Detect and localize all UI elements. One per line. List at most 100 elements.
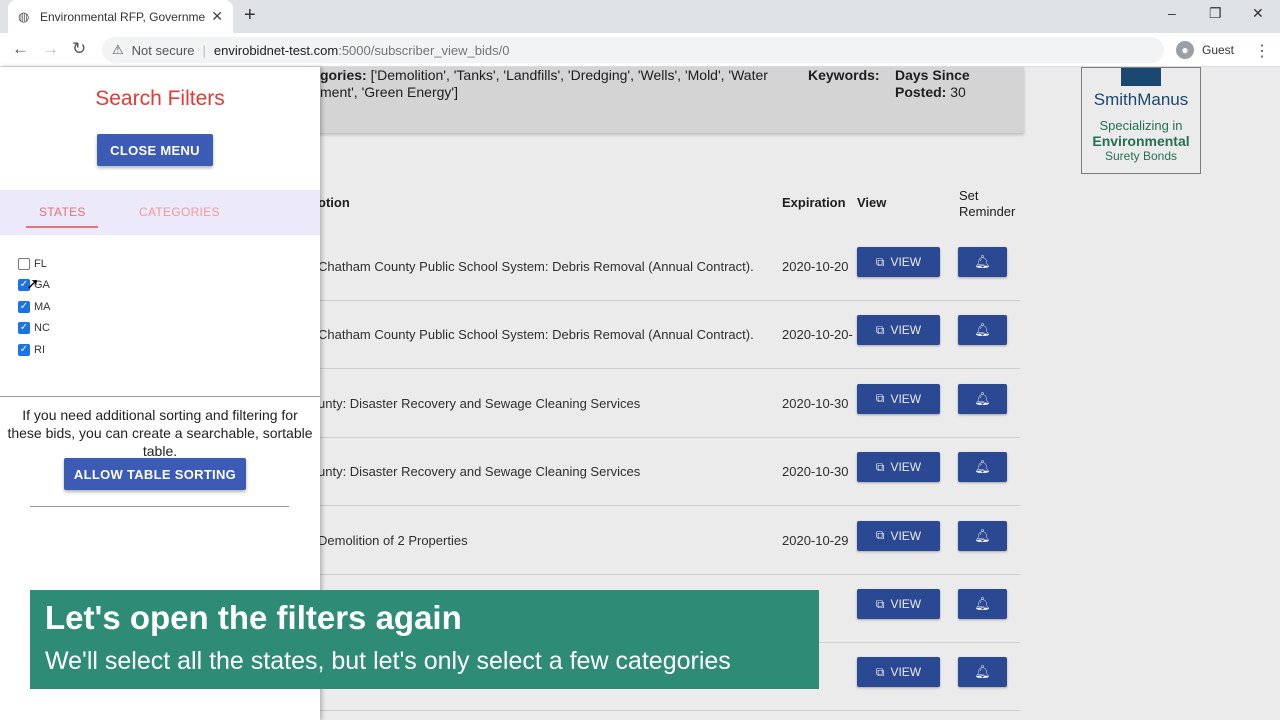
bid-description: Demolition of 2 Properties bbox=[318, 532, 468, 548]
state-option-ri[interactable]: ✓ RI bbox=[18, 339, 51, 361]
bell-icon: 🔔︎ bbox=[974, 390, 991, 406]
state-option-ma[interactable]: ✓ MA bbox=[18, 296, 51, 318]
bid-expiration: 2020-10-29 bbox=[782, 532, 849, 548]
bid-expiration: 2020-10-20- bbox=[782, 327, 853, 343]
view-button[interactable]: ⧉ VIEW bbox=[857, 383, 940, 414]
view-button[interactable]: ⧉ VIEW bbox=[857, 452, 940, 483]
state-option-fl[interactable]: FL bbox=[18, 253, 51, 275]
search-summary: gories: ['Demolition', 'Tanks', 'Landfil… bbox=[300, 67, 1024, 133]
set-reminder-button[interactable]: 🔔︎ bbox=[958, 383, 1007, 414]
view-button[interactable]: ⧉ VIEW bbox=[857, 657, 940, 688]
header-expiration: Expiration bbox=[782, 195, 846, 210]
table-row: unty: Disaster Recovery and Sewage Clean… bbox=[300, 369, 1020, 438]
sponsor-logo[interactable]: SmithManus Specializing in Environmental… bbox=[1081, 67, 1201, 174]
open-external-icon: ⧉ bbox=[875, 664, 885, 679]
view-label: VIEW bbox=[890, 528, 922, 543]
browser-toolbar: ← → ↻ ⚠ Not secure | envirobidnet-test.c… bbox=[0, 33, 1280, 67]
table-row: Chatham County Public School System: Deb… bbox=[300, 301, 1020, 370]
browser-tab-bar: ◍ Environmental RFP, Government ✕ + – ❐ … bbox=[0, 0, 1280, 33]
state-label: NC bbox=[34, 322, 50, 335]
browser-tab[interactable]: ◍ Environmental RFP, Government ✕ bbox=[8, 0, 233, 33]
tab-title: Environmental RFP, Government bbox=[40, 9, 206, 24]
bid-expiration: 2020-10-20 bbox=[782, 259, 849, 274]
bell-icon: 🔔︎ bbox=[974, 459, 991, 475]
open-external-icon: ⧉ bbox=[875, 596, 885, 611]
tab-categories[interactable]: CATEGORIES bbox=[139, 205, 220, 219]
tab-close-icon[interactable]: ✕ bbox=[211, 8, 223, 25]
view-button[interactable]: ⧉ VIEW bbox=[857, 520, 940, 551]
view-label: VIEW bbox=[890, 460, 922, 475]
bid-expiration: 2020-10-30 bbox=[782, 464, 849, 480]
bid-description: Chatham County Public School System: Deb… bbox=[318, 327, 754, 343]
checkbox[interactable]: ✓ bbox=[18, 300, 30, 313]
warning-icon: ⚠ bbox=[112, 42, 124, 57]
table-row: Chatham County Public School System: Deb… bbox=[300, 233, 1020, 301]
caption-subtitle: We'll select all the states, but let's o… bbox=[45, 647, 731, 675]
reload-icon[interactable]: ↻ bbox=[72, 39, 86, 59]
table-row: Demolition of 2 Properties 2020-10-29 ⧉ VIE… bbox=[300, 506, 1020, 575]
open-external-icon: ⧉ bbox=[875, 459, 885, 474]
keywords-label: Keywords: bbox=[808, 67, 880, 83]
sorting-note: If you need additional sorting and filte… bbox=[7, 407, 313, 459]
view-button[interactable]: ⧉ VIEW bbox=[857, 589, 940, 619]
categories-summary: gories: ['Demolition', 'Tanks', 'Landfil… bbox=[320, 67, 790, 101]
set-reminder-button[interactable]: 🔔︎ bbox=[958, 452, 1007, 483]
video-caption: Let's open the filters again We'll selec… bbox=[30, 590, 819, 689]
states-list: FL ✓ GA ✓ MA ✓ NC ✓ RI bbox=[18, 253, 51, 361]
forward-arrow-icon[interactable]: → bbox=[42, 39, 59, 59]
set-reminder-button[interactable]: 🔔︎ bbox=[958, 315, 1007, 346]
table-row: unty: Disaster Recovery and Sewage Clean… bbox=[300, 438, 1020, 507]
minimize-button[interactable]: – bbox=[1168, 5, 1176, 21]
close-window-button[interactable]: ✕ bbox=[1252, 5, 1264, 22]
checkbox[interactable] bbox=[18, 257, 30, 270]
divider bbox=[30, 506, 289, 507]
open-external-icon: ⧉ bbox=[875, 528, 885, 543]
state-label: RI bbox=[34, 343, 45, 356]
back-arrow-icon[interactable]: ← bbox=[12, 39, 29, 59]
bid-description: Chatham County Public School System: Deb… bbox=[318, 259, 754, 274]
state-label: FL bbox=[34, 257, 47, 270]
new-tab-button[interactable]: + bbox=[244, 4, 256, 27]
caption-title: Let's open the filters again bbox=[45, 599, 462, 636]
view-label: VIEW bbox=[890, 391, 922, 406]
checkbox[interactable]: ✓ bbox=[18, 322, 30, 335]
profile-button[interactable]: ● Guest bbox=[1176, 41, 1234, 59]
view-label: VIEW bbox=[890, 597, 922, 611]
header-description: otion bbox=[318, 195, 350, 210]
open-external-icon: ⧉ bbox=[875, 254, 885, 269]
bell-icon: 🔔︎ bbox=[974, 527, 991, 543]
bell-icon: 🔔︎ bbox=[974, 664, 991, 680]
state-option-nc[interactable]: ✓ NC bbox=[18, 318, 51, 340]
sidebar-title: Search Filters bbox=[95, 87, 225, 110]
view-button[interactable]: ⧉ VIEW bbox=[857, 247, 940, 277]
days-since-label: Days Since bbox=[895, 67, 970, 83]
bid-expiration: 2020-10-30 bbox=[782, 395, 849, 411]
bell-icon: 🔔︎ bbox=[974, 322, 991, 338]
bell-icon: 🔔︎ bbox=[974, 254, 991, 269]
bid-description: unty: Disaster Recovery and Sewage Clean… bbox=[318, 395, 641, 411]
header-view: View bbox=[857, 195, 887, 210]
not-secure-label: Not secure bbox=[131, 42, 195, 58]
open-external-icon: ⧉ bbox=[875, 391, 885, 406]
set-reminder-button[interactable]: 🔔︎ bbox=[958, 589, 1007, 619]
categories-value: ['Demolition', 'Tanks', 'Landfills', 'Dr… bbox=[370, 67, 768, 83]
set-reminder-button[interactable]: 🔔︎ bbox=[958, 520, 1007, 551]
logo-mark-icon bbox=[1121, 68, 1161, 86]
tab-states[interactable]: STATES bbox=[39, 205, 86, 219]
open-external-icon: ⧉ bbox=[875, 322, 885, 337]
set-reminder-button[interactable]: 🔔︎ bbox=[958, 247, 1007, 277]
view-label: VIEW bbox=[890, 665, 922, 680]
url-separator: | bbox=[202, 42, 206, 58]
globe-icon: ◍ bbox=[18, 8, 30, 24]
checkbox[interactable]: ✓ bbox=[18, 343, 30, 356]
close-menu-button[interactable]: CLOSE MENU bbox=[97, 134, 213, 166]
restore-button[interactable]: ❐ bbox=[1209, 5, 1222, 22]
set-reminder-button[interactable]: 🔔︎ bbox=[958, 657, 1007, 688]
allow-table-sorting-button[interactable]: ALLOW TABLE SORTING bbox=[64, 458, 246, 490]
state-label: MA bbox=[34, 300, 51, 313]
address-bar[interactable]: ⚠ Not secure | envirobidnet-test.com :50… bbox=[102, 37, 1164, 63]
menu-kebab-icon[interactable]: ⋮ bbox=[1254, 41, 1270, 61]
logo-name: SmithManus bbox=[1093, 90, 1189, 109]
days-since-summary: Days Since Posted: 30 bbox=[895, 67, 970, 101]
view-button[interactable]: ⧉ VIEW bbox=[857, 315, 940, 346]
